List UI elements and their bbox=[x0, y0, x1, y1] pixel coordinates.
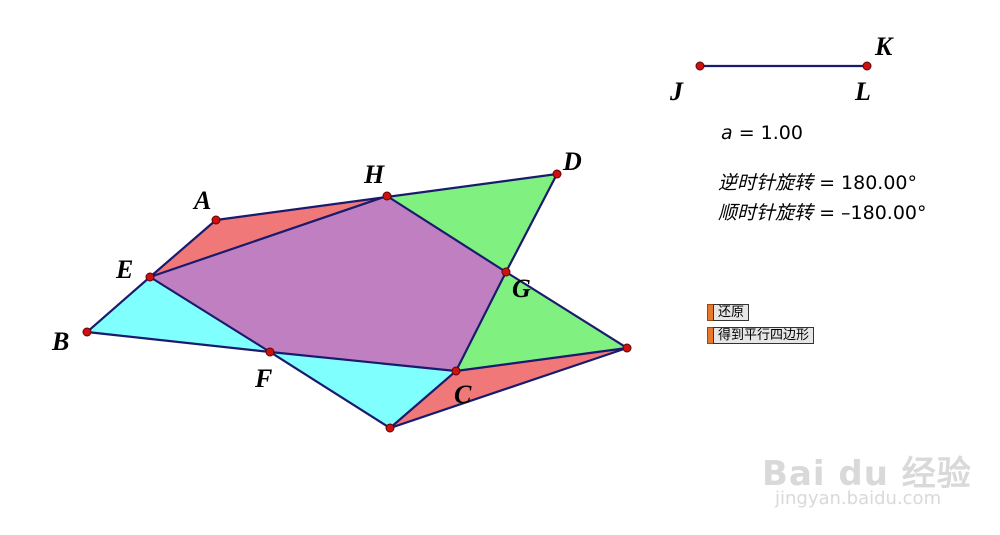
label-l: L bbox=[854, 77, 871, 106]
restore-button[interactable]: 还原 bbox=[707, 304, 750, 321]
measurement-cw-value: = –180.00° bbox=[819, 202, 927, 224]
restore-button-label: 还原 bbox=[713, 304, 750, 321]
label-b: B bbox=[51, 327, 69, 356]
measurement-ccw-label: 逆时针旋转 bbox=[718, 172, 814, 194]
label-g: G bbox=[512, 274, 531, 303]
point-d[interactable] bbox=[552, 169, 562, 179]
label-d: D bbox=[562, 147, 582, 176]
point-vertex-right[interactable] bbox=[622, 343, 632, 353]
point-b[interactable] bbox=[82, 327, 92, 337]
label-e: E bbox=[115, 255, 133, 284]
label-a: A bbox=[192, 186, 211, 215]
measurement-a-value: = 1.00 bbox=[738, 122, 803, 144]
point-vertex-bottom[interactable] bbox=[385, 423, 395, 433]
watermark-url: jingyan.baidu.com bbox=[775, 488, 942, 509]
measurement-a: a = 1.00 bbox=[721, 122, 803, 144]
measurement-a-var: a bbox=[721, 122, 733, 144]
measurement-cw-label: 顺时针旋转 bbox=[718, 202, 814, 224]
point-l[interactable] bbox=[862, 61, 872, 71]
label-f: F bbox=[254, 364, 272, 393]
point-e[interactable] bbox=[145, 272, 155, 282]
label-h: H bbox=[363, 160, 385, 189]
point-f[interactable] bbox=[265, 347, 275, 357]
label-c: C bbox=[454, 380, 472, 409]
parallelogram-button[interactable]: 得到平行四边形 bbox=[707, 327, 815, 344]
measurement-ccw-value: = 180.00° bbox=[819, 172, 918, 194]
point-j[interactable] bbox=[695, 61, 705, 71]
label-j: J bbox=[669, 77, 684, 106]
point-a[interactable] bbox=[211, 215, 221, 225]
point-c[interactable] bbox=[451, 366, 461, 376]
measurement-ccw-rotation: 逆时针旋转 = 180.00° bbox=[718, 168, 917, 195]
parallelogram-button-label: 得到平行四边形 bbox=[713, 327, 815, 344]
point-g[interactable] bbox=[501, 267, 511, 277]
measurement-cw-rotation: 顺时针旋转 = –180.00° bbox=[718, 198, 927, 225]
point-h[interactable] bbox=[382, 191, 392, 201]
label-k: K bbox=[874, 32, 894, 61]
